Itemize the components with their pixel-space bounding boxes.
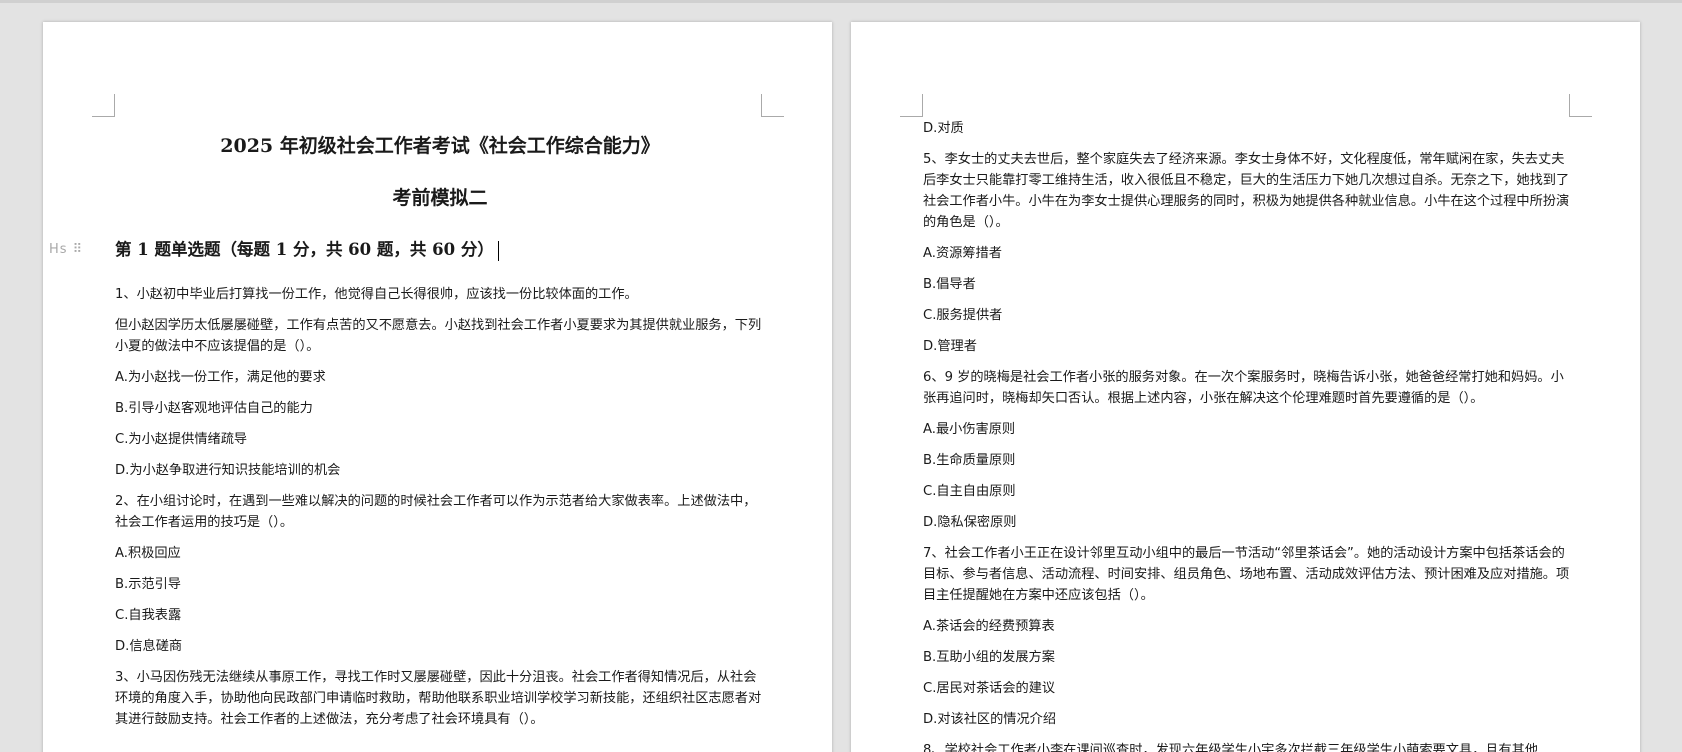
question-6-option-a: A.最小伤害原则 (923, 422, 1016, 437)
question-1-option-b: B.引导小赵客观地评估自己的能力 (115, 401, 313, 416)
question-6-option-d: D.隐私保密原则 (923, 515, 1017, 530)
question-1-option-a: A.为小赵找一份工作，满足他的要求 (115, 370, 326, 385)
document-subtitle: 考前模拟二 (392, 187, 488, 209)
question-6-stem: 6、9 岁的晓梅是社会工作者小张的服务对象。在一次个案服务时，晓梅告诉小张，她爸… (923, 370, 1564, 406)
question-2-stem: 2、在小组讨论时，在遇到一些难以解决的问题的时候社会工作者可以作为示范者给大家做… (115, 494, 757, 530)
question-5-option-d: D.管理者 (923, 339, 977, 354)
question-7-option-a: A.茶话会的经费预算表 (923, 619, 1055, 634)
margin-corner-mark (1569, 94, 1592, 117)
question-5-option-b: B.倡导者 (923, 277, 976, 292)
question-1-stem: 1、小赵初中毕业后打算找一份工作，他觉得自己长得很帅，应该找一份比较体面的工作。 (115, 287, 638, 302)
page-content[interactable]: 2025 年初级社会工作者考试《社会工作综合能力》 考前模拟二 Hs ⠿ 第 1… (49, 126, 765, 740)
toolbar-edge (0, 0, 1682, 3)
question-1-option-c: C.为小赵提供情绪疏导 (115, 432, 248, 447)
heading-style-handle-icon[interactable]: Hs ⠿ (49, 239, 83, 260)
question-7-option-d: D.对该社区的情况介绍 (923, 712, 1057, 727)
question-2-option-d: D.信息磋商 (115, 639, 183, 654)
margin-corner-mark (900, 94, 923, 117)
document-page-1[interactable]: 2025 年初级社会工作者考试《社会工作综合能力》 考前模拟二 Hs ⠿ 第 1… (43, 22, 832, 752)
question-6-option-c: C.自主自由原则 (923, 484, 1016, 499)
question-5-option-a: A.资源筹措者 (923, 246, 1002, 261)
question-1-stem-continued: 但小赵因学历太低屡屡碰壁，工作有点苦的又不愿意去。小赵找到社会工作者小夏要求为其… (115, 318, 762, 354)
question-6-option-b: B.生命质量原则 (923, 453, 1016, 468)
question-4-option-d: D.对质 (923, 121, 964, 136)
document-page-2[interactable]: D.对质 5、李女士的丈夫去世后，整个家庭失去了经济来源。李女士身体不好，文化程… (851, 22, 1640, 752)
document-workspace: 2025 年初级社会工作者考试《社会工作综合能力》 考前模拟二 Hs ⠿ 第 1… (0, 0, 1682, 752)
section-heading[interactable]: 第 1 题单选题（每题 1 分，共 60 题，共 60 分） (115, 240, 494, 259)
question-2-option-a: A.积极回应 (115, 546, 181, 561)
question-1-option-d: D.为小赵争取进行知识技能培训的机会 (115, 463, 341, 478)
page-content[interactable]: D.对质 5、李女士的丈夫去世后，整个家庭失去了经济来源。李女士身体不好，文化程… (923, 118, 1573, 752)
question-7-stem: 7、社会工作者小王正在设计邻里互动小组中的最后一节活动“邻里茶话会”。她的活动设… (923, 546, 1570, 603)
text-cursor (497, 241, 499, 261)
margin-corner-mark (761, 94, 784, 117)
question-3-stem: 3、小马因伤残无法继续从事原工作，寻找工作时又屡屡碰壁，因此十分沮丧。社会工作者… (115, 670, 762, 727)
section-heading-row[interactable]: Hs ⠿ 第 1 题单选题（每题 1 分，共 60 题，共 60 分） (49, 236, 765, 266)
question-8-stem: 8、学校社会工作者小李在课间巡查时，发现六年级学生小宇多次拦截三年级学生小萌索要… (923, 743, 1539, 752)
document-title: 2025 年初级社会工作者考试《社会工作综合能力》 (220, 135, 660, 157)
question-7-option-c: C.居民对茶话会的建议 (923, 681, 1056, 696)
question-5-stem: 5、李女士的丈夫去世后，整个家庭失去了经济来源。李女士身体不好，文化程度低，常年… (923, 152, 1570, 230)
question-2-option-c: C.自我表露 (115, 608, 182, 623)
question-2-option-b: B.示范引导 (115, 577, 181, 592)
question-7-option-b: B.互助小组的发展方案 (923, 650, 1055, 665)
margin-corner-mark (92, 94, 115, 117)
question-5-option-c: C.服务提供者 (923, 308, 1003, 323)
